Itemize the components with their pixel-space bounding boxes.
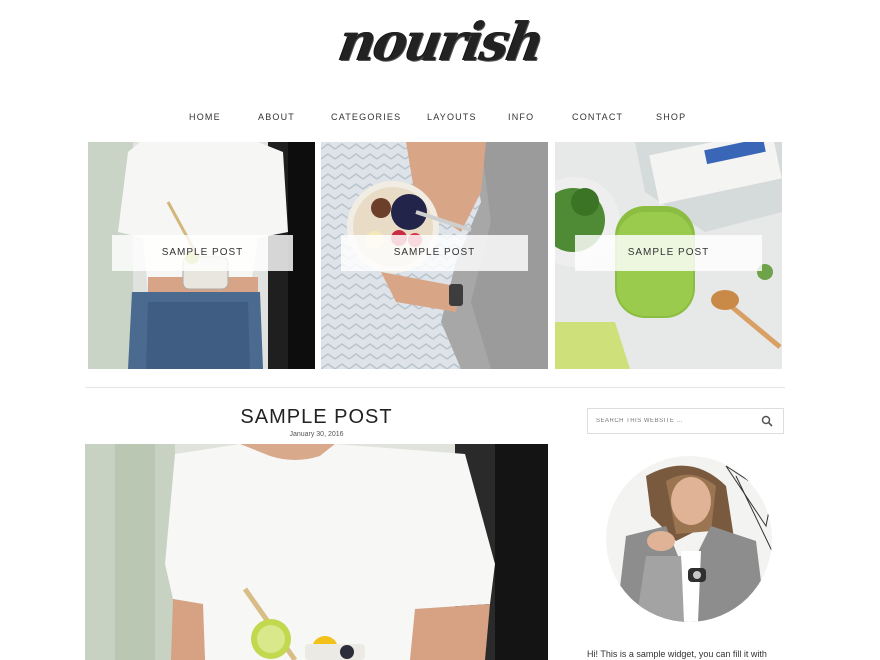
nav-item-home[interactable]: HOME: [189, 112, 221, 122]
nav-item-categories[interactable]: CATEGORIES: [331, 112, 401, 122]
nav-item-layouts[interactable]: LAYOUTS: [427, 112, 477, 122]
search-box: [587, 408, 784, 434]
author-avatar: [606, 456, 772, 622]
site-logo[interactable]: nourish: [335, 6, 548, 78]
page: nourish HOME ABOUT CATEGORIES LAYOUTS IN…: [0, 0, 880, 660]
featured-post-tile[interactable]: SAMPLE POST: [555, 142, 782, 369]
search-input[interactable]: [588, 409, 748, 433]
post-title[interactable]: SAMPLE POST: [85, 406, 548, 429]
nav-item-shop[interactable]: SHOP: [656, 112, 686, 122]
post-featured-image[interactable]: [85, 444, 548, 660]
post-date: January 30, 2016: [289, 431, 344, 438]
featured-post-label: SAMPLE POST: [575, 235, 762, 271]
nav-item-about[interactable]: ABOUT: [258, 112, 295, 122]
featured-post-label: SAMPLE POST: [112, 235, 293, 271]
sidebar-widget-text: Hi! This is a sample widget, you can fil…: [587, 649, 767, 659]
featured-post-tile[interactable]: SAMPLE POST: [88, 142, 315, 369]
post-image-white-tee: [85, 444, 548, 660]
main-nav: HOME ABOUT CATEGORIES LAYOUTS INFO CONTA…: [0, 112, 880, 130]
nav-item-contact[interactable]: CONTACT: [572, 112, 623, 122]
nav-item-info[interactable]: INFO: [508, 112, 534, 122]
logo-text: nourish: [334, 10, 548, 73]
avatar-image: [606, 456, 772, 622]
section-divider: [85, 387, 785, 388]
search-icon[interactable]: [761, 415, 773, 427]
featured-post-label: SAMPLE POST: [341, 235, 528, 271]
featured-post-tile[interactable]: SAMPLE POST: [321, 142, 548, 369]
